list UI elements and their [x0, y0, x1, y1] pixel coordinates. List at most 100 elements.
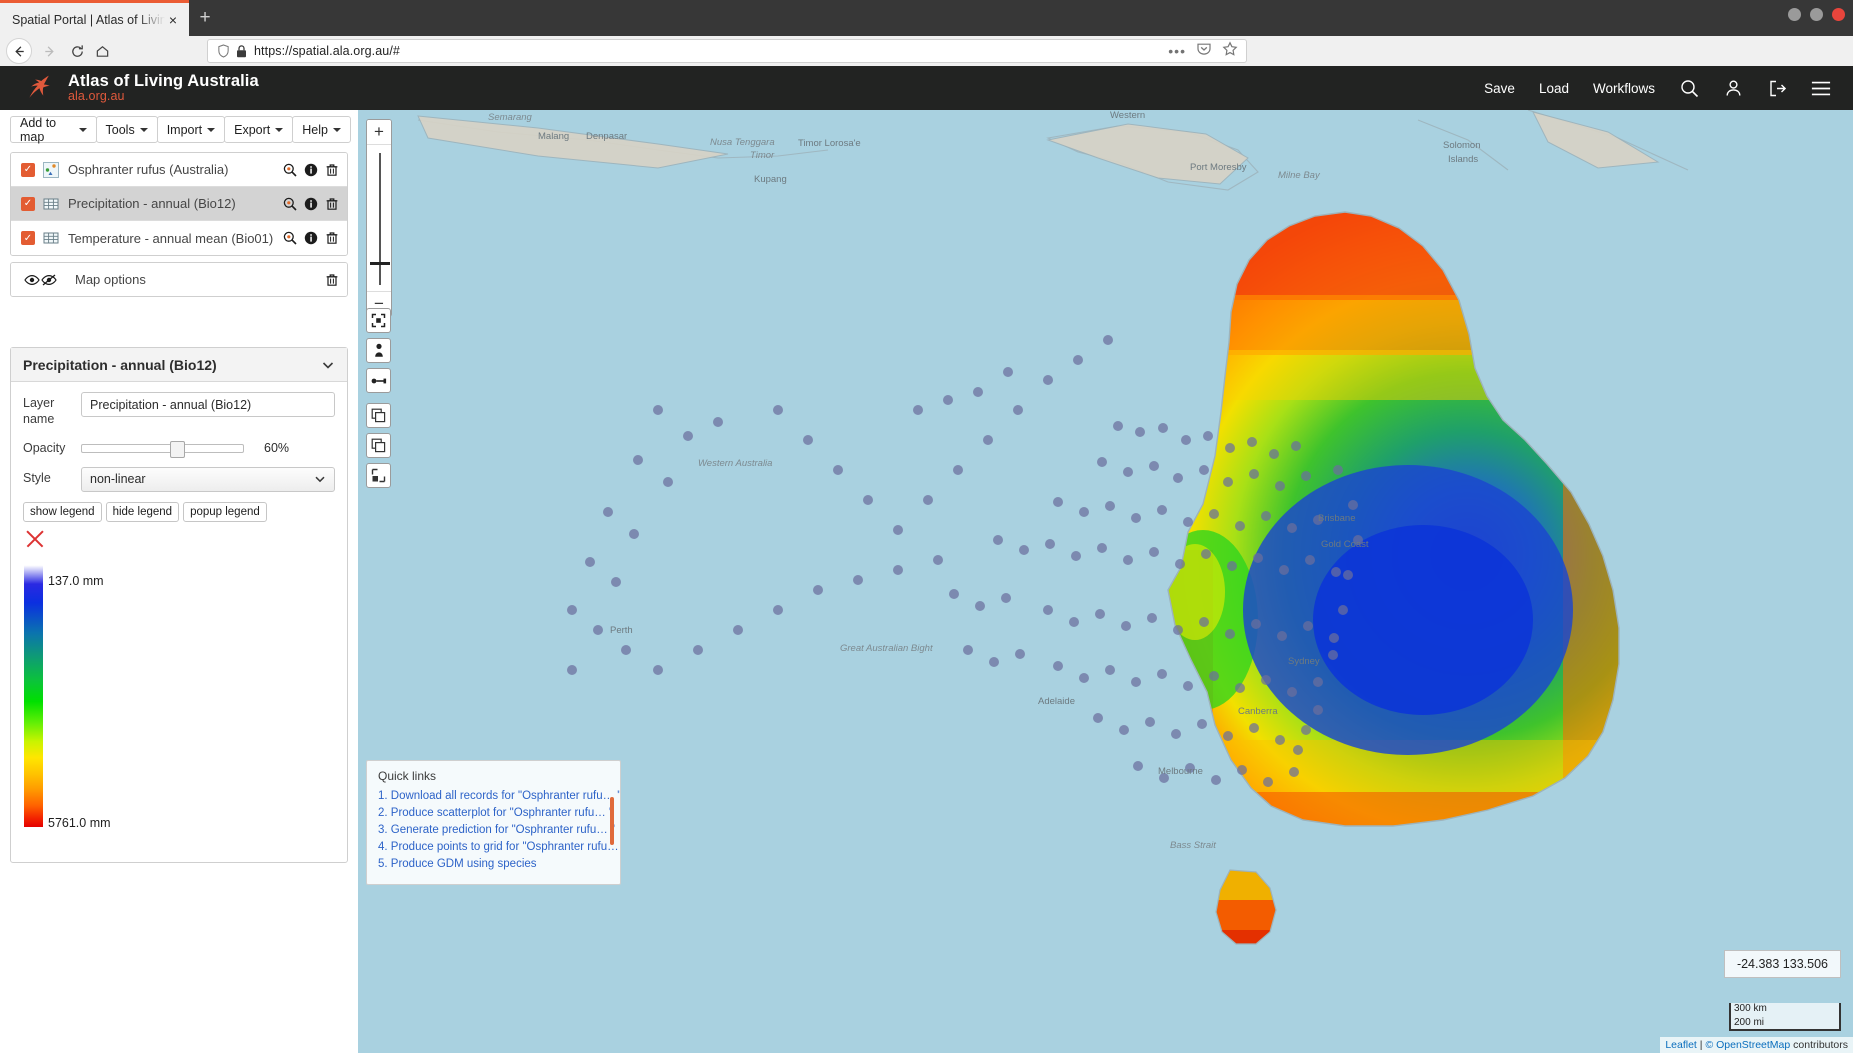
quick-links-scrollbar[interactable] — [610, 797, 614, 845]
quick-links-title: Quick links — [378, 769, 437, 783]
logout-icon[interactable] — [1767, 78, 1787, 98]
map-canvas[interactable]: Semarang Malang Denpasar Nusa Tenggara T… — [358, 110, 1853, 1053]
url-text[interactable]: https://spatial.ala.org.au/# — [250, 44, 1168, 58]
layer-properties-header[interactable]: Precipitation - annual (Bio12) — [11, 348, 347, 382]
window-close-icon[interactable] — [1832, 8, 1845, 21]
tools-button[interactable]: Tools — [95, 116, 158, 143]
map-label: Western — [1110, 110, 1146, 121]
quick-links-panel: Quick links 1. Download all records for … — [366, 760, 621, 885]
help-button[interactable]: Help — [292, 116, 351, 143]
close-tab-icon[interactable]: × — [165, 12, 181, 28]
layers-copy-button[interactable] — [366, 403, 391, 428]
layer-info-icon[interactable] — [303, 162, 318, 177]
hide-all-icon[interactable] — [40, 271, 57, 288]
map-options-row[interactable]: Map options — [11, 263, 347, 296]
zoom-slider[interactable] — [367, 144, 391, 292]
quick-link-item[interactable]: 3. Generate prediction for "Osphranter r… — [378, 821, 620, 838]
lock-icon — [232, 44, 250, 58]
layer-visibility-checkbox[interactable]: ✓ — [21, 196, 35, 211]
pocket-icon[interactable] — [1196, 41, 1212, 62]
map-label: Sydney — [1288, 656, 1320, 667]
show-all-icon[interactable] — [23, 271, 40, 288]
layers-stack-button[interactable] — [366, 433, 391, 458]
zoom-slider-track — [379, 153, 381, 285]
opacity-slider-handle[interactable] — [170, 440, 185, 458]
minimize-icon[interactable] — [1788, 8, 1801, 21]
leaflet-link[interactable]: Leaflet — [1665, 1039, 1697, 1051]
reload-icon[interactable] — [64, 38, 90, 64]
select-area-button[interactable] — [366, 463, 391, 488]
fullscreen-button[interactable] — [366, 308, 391, 333]
opacity-slider[interactable] — [81, 440, 244, 458]
browser-tab-bar: Spatial Portal | Atlas of Livin × + — [0, 0, 1853, 36]
delete-layer-icon[interactable] — [324, 231, 339, 246]
quick-link-item[interactable]: 4. Produce points to grid for "Osphrante… — [378, 838, 620, 855]
site-title: Atlas of Living Australia — [68, 71, 259, 90]
layer-actions — [282, 196, 339, 211]
layer-row[interactable]: ✓ Precipitation - annual (Bio12) — [11, 187, 347, 221]
layer-info-icon[interactable] — [303, 196, 318, 211]
zoom-to-layer-icon[interactable] — [282, 196, 297, 211]
quick-link-item[interactable]: 2. Produce scatterplot for "Osphranter r… — [378, 804, 620, 821]
site-logo[interactable]: Atlas of Living Australia ala.org.au — [0, 71, 259, 104]
map-label: Adelaide — [1038, 696, 1075, 707]
zoom-control: + − — [366, 119, 392, 317]
zoom-slider-handle[interactable] — [370, 262, 390, 265]
opacity-value: 60% — [264, 441, 290, 456]
browser-tab-title: Spatial Portal | Atlas of Livin — [12, 12, 165, 27]
layer-row[interactable]: ✓ Osphranter rufus (Australia) — [11, 153, 347, 187]
header-link-load[interactable]: Load — [1539, 81, 1569, 96]
marker-tool-button[interactable] — [366, 338, 391, 363]
zoom-to-layer-icon[interactable] — [282, 231, 297, 246]
layer-actions — [282, 231, 339, 246]
legend-buttons: show legend hide legend popup legend — [23, 501, 335, 522]
forward-icon[interactable] — [36, 38, 62, 64]
user-account-icon[interactable] — [1723, 78, 1743, 98]
measure-tool-button[interactable] — [366, 368, 391, 393]
delete-layer-icon[interactable] — [324, 162, 339, 177]
maximize-icon[interactable] — [1810, 8, 1823, 21]
layer-name-input[interactable]: Precipitation - annual (Bio12) — [81, 392, 335, 417]
quick-link-item[interactable]: 1. Download all records for "Osphranter … — [378, 787, 620, 804]
scale-mi: 200 mi — [1729, 1017, 1841, 1031]
layer-visibility-checkbox[interactable]: ✓ — [21, 231, 35, 245]
new-tab-icon[interactable]: + — [193, 6, 217, 30]
openstreetmap-link[interactable]: © OpenStreetMap — [1705, 1039, 1790, 1051]
import-button[interactable]: Import — [156, 116, 226, 143]
popup-legend-button[interactable]: popup legend — [183, 501, 267, 522]
header-link-save[interactable]: Save — [1484, 81, 1515, 96]
add-to-map-button[interactable]: Add to map — [10, 115, 97, 144]
delete-layer-icon[interactable] — [324, 196, 339, 211]
chevron-down-icon[interactable] — [321, 358, 335, 372]
layer-visibility-checkbox[interactable]: ✓ — [21, 162, 35, 177]
hide-legend-button[interactable]: hide legend — [105, 501, 180, 522]
style-select[interactable]: non-linear — [81, 466, 335, 492]
bookmark-star-icon[interactable] — [1222, 40, 1238, 62]
legend-max-value: 137.0 mm — [48, 573, 104, 588]
map-label: Kupang — [754, 174, 787, 185]
back-icon[interactable] — [6, 38, 32, 64]
page-actions-icon[interactable]: ••• — [1168, 43, 1186, 59]
zoom-to-layer-icon[interactable] — [282, 162, 297, 177]
browser-tab[interactable]: Spatial Portal | Atlas of Livin × — [0, 0, 189, 36]
export-button[interactable]: Export — [224, 116, 294, 143]
show-legend-button[interactable]: show legend — [23, 501, 102, 522]
header-link-workflows[interactable]: Workflows — [1593, 81, 1655, 96]
search-icon[interactable] — [1679, 78, 1699, 98]
quick-link-item[interactable]: 5. Produce GDM using species — [378, 855, 620, 872]
layer-info-icon[interactable] — [303, 231, 318, 246]
tracking-shield-icon[interactable] — [214, 44, 232, 58]
layer-name: Temperature - annual mean (Bio01) — [68, 230, 274, 246]
delete-all-layers-icon[interactable] — [324, 272, 339, 287]
home-icon[interactable] — [89, 38, 115, 64]
broken-image-icon — [23, 528, 45, 550]
grid-layer-icon — [42, 230, 59, 247]
layer-row[interactable]: ✓ Temperature - annual mean (Bio01) — [11, 221, 347, 255]
legend-color-bar — [24, 559, 43, 827]
zoom-in-button[interactable]: + — [367, 120, 391, 144]
url-bar[interactable]: https://spatial.ala.org.au/# ••• — [207, 39, 1247, 63]
layer-name-label: Layer name — [23, 396, 55, 426]
style-label: Style — [23, 470, 51, 485]
menu-icon[interactable] — [1811, 78, 1831, 98]
add-to-map-label: Add to map — [20, 115, 57, 144]
